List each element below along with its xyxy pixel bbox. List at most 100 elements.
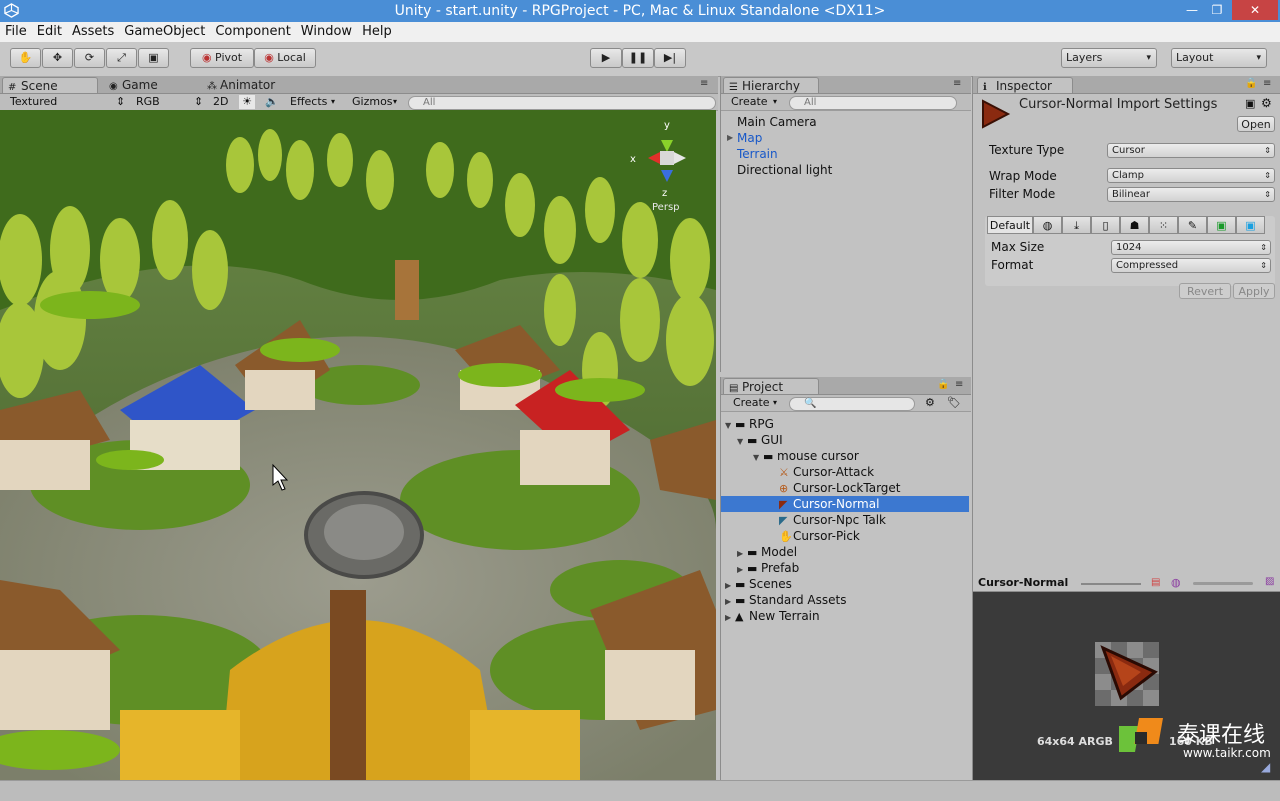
platform-tab-ios[interactable]: ▯ [1091, 216, 1120, 234]
map-expand-icon[interactable]: ▶ [727, 133, 733, 142]
filter-by-type-icon[interactable]: ⚙ [925, 396, 935, 410]
minimize-button[interactable]: — [1182, 0, 1202, 20]
settings-gear-icon[interactable]: ⚙ [1261, 96, 1272, 110]
move-tool-button[interactable]: ✥ [42, 48, 73, 68]
project-folder-mouse-cursor[interactable]: ▼ ▬ mouse cursor [753, 448, 859, 464]
project-create-dropdown[interactable]: Create [733, 396, 770, 410]
menu-component[interactable]: Component [210, 22, 295, 42]
scene-audio-icon[interactable]: 🔈 [265, 95, 279, 109]
render-mode-dropdown[interactable]: RGB [136, 95, 196, 109]
hierarchy-item-terrain[interactable]: Terrain [737, 146, 778, 162]
platform-tab-windows-store[interactable]: ▣ [1236, 216, 1265, 234]
project-asset-cursor-pick[interactable]: ✋Cursor-Pick [779, 528, 860, 544]
menu-file[interactable]: File [0, 22, 32, 42]
cursor-locktarget-icon: ⊕ [779, 482, 789, 495]
hierarchy-menu-icon[interactable]: ≡ [953, 78, 961, 89]
tab-scene[interactable]: # Scene [2, 77, 98, 93]
filter-by-label-icon[interactable]: 🏷 [947, 396, 961, 410]
mip-level-icon[interactable]: ◍ [1171, 576, 1181, 589]
project-folder-rpg[interactable]: ▼ ▬ RPG [725, 416, 774, 432]
scene-viewport[interactable]: y x z Persp [0, 110, 716, 780]
fold-open-icon[interactable]: ▼ [737, 434, 747, 450]
hierarchy-item-map[interactable]: Map [737, 130, 762, 146]
play-button[interactable]: ▶ [590, 48, 622, 68]
menu-help[interactable]: Help [357, 22, 397, 42]
pause-button[interactable]: ❚❚ [622, 48, 654, 68]
project-asset-cursor-locktarget[interactable]: ⊕ Cursor-LockTarget [779, 480, 901, 496]
hand-tool-button[interactable]: ✋ [10, 48, 41, 68]
platform-tab-default[interactable]: Default [987, 216, 1033, 234]
rotate-tool-button[interactable]: ⟳ [74, 48, 105, 68]
local-toggle[interactable]: ◉ Local [254, 48, 316, 68]
mip-max-icon[interactable]: ▨ [1265, 576, 1274, 587]
scene-lighting-icon[interactable]: ☀ [239, 95, 255, 109]
revert-button[interactable]: Revert [1179, 283, 1231, 299]
menu-gameobject[interactable]: GameObject [119, 22, 210, 42]
project-asset-cursor-npc-talk[interactable]: ◤ Cursor-Npc Talk [779, 512, 886, 528]
mip-slider[interactable] [1193, 582, 1253, 585]
pivot-toggle[interactable]: ◉ Pivot [190, 48, 254, 68]
rgb-channel-icon[interactable]: ▤ [1151, 577, 1160, 588]
fold-open-icon[interactable]: ▼ [725, 418, 735, 434]
texture-type-dropdown[interactable]: Cursor [1107, 143, 1275, 158]
platform-tab-flash[interactable]: ✎ [1178, 216, 1207, 234]
filter-mode-dropdown[interactable]: Bilinear [1107, 187, 1275, 202]
platform-tab-web[interactable]: ◍ [1033, 216, 1062, 234]
mode-2d-toggle[interactable]: 2D [213, 95, 228, 109]
max-size-dropdown[interactable]: 1024 [1111, 240, 1271, 255]
hierarchy-search-input[interactable]: All [789, 96, 957, 110]
scene-search-input[interactable]: All [408, 96, 716, 110]
fold-open-icon[interactable]: ▼ [753, 450, 763, 466]
tab-project[interactable]: ▤ Project [723, 378, 819, 394]
project-folder-model[interactable]: ▶ ▬ Model [737, 544, 797, 560]
hierarchy-create-dropdown[interactable]: Create [731, 95, 768, 109]
close-button[interactable]: ✕ [1232, 0, 1278, 20]
menu-window[interactable]: Window [296, 22, 357, 42]
project-folder-standard-assets[interactable]: ▶ ▬ Standard Assets [725, 592, 846, 608]
platform-tab-xbox[interactable]: ▣ [1207, 216, 1236, 234]
inspector-lock-icon[interactable]: 🔒 [1245, 78, 1257, 89]
project-menu-icon[interactable]: ≡ [955, 379, 963, 390]
tab-animator[interactable]: ⁂ Animator [202, 77, 302, 93]
project-item-label: mouse cursor [777, 449, 859, 463]
help-book-icon[interactable]: ▣ [1245, 97, 1255, 110]
menu-edit[interactable]: Edit [32, 22, 67, 42]
project-folder-prefab[interactable]: ▶ ▬ Prefab [737, 560, 799, 576]
wrap-mode-dropdown[interactable]: Clamp [1107, 168, 1275, 183]
project-asset-cursor-attack[interactable]: ⚔ Cursor-Attack [779, 464, 874, 480]
cursor-npc-talk-icon: ◤ [779, 514, 788, 527]
folder-icon: ▬ [747, 546, 758, 559]
gizmos-dropdown[interactable]: Gizmos [352, 95, 393, 109]
project-lock-icon[interactable]: 🔒 [937, 379, 949, 390]
tab-game[interactable]: ◉ Game [104, 77, 198, 93]
project-folder-gui[interactable]: ▼ ▬ GUI [737, 432, 783, 448]
platform-tab-android[interactable]: ☗ [1120, 216, 1149, 234]
project-asset-cursor-normal[interactable]: ◤ Cursor-Normal [721, 496, 969, 512]
scale-tool-button[interactable]: ⤢ [106, 48, 137, 68]
tab-hierarchy[interactable]: ☰ Hierarchy [723, 77, 819, 93]
open-button[interactable]: Open [1237, 116, 1275, 132]
rect-tool-button[interactable]: ▣ [138, 48, 169, 68]
platform-tab-standalone[interactable]: ⤓ [1062, 216, 1091, 234]
folder-icon: ▬ [747, 562, 758, 575]
platform-tab-blackberry[interactable]: ⁙ [1149, 216, 1178, 234]
project-asset-new-terrain[interactable]: ▶ ▲ New Terrain [725, 608, 820, 624]
effects-dropdown[interactable]: Effects [290, 95, 327, 109]
restore-button[interactable]: ❐ [1207, 0, 1227, 20]
project-search-input[interactable]: 🔍 [789, 397, 915, 411]
layout-dropdown[interactable]: Layout [1171, 48, 1267, 68]
tab-inspector[interactable]: ℹ Inspector [977, 77, 1073, 93]
scene-panel-menu-icon[interactable]: ≡ [700, 78, 708, 89]
step-button[interactable]: ▶| [654, 48, 686, 68]
shading-mode-dropdown[interactable]: Textured [10, 95, 122, 109]
inspector-menu-icon[interactable]: ≡ [1263, 78, 1271, 89]
resize-corner-icon[interactable]: ◢ [1261, 760, 1270, 774]
fold-closed-icon[interactable]: ▶ [725, 610, 735, 626]
hierarchy-item-main-camera[interactable]: Main Camera [737, 114, 817, 130]
menu-assets[interactable]: Assets [67, 22, 119, 42]
apply-button[interactable]: Apply [1233, 283, 1275, 299]
format-dropdown[interactable]: Compressed [1111, 258, 1271, 273]
project-folder-scenes[interactable]: ▶ ▬ Scenes [725, 576, 792, 592]
hierarchy-item-directional-light[interactable]: Directional light [737, 162, 832, 178]
layers-dropdown[interactable]: Layers [1061, 48, 1157, 68]
